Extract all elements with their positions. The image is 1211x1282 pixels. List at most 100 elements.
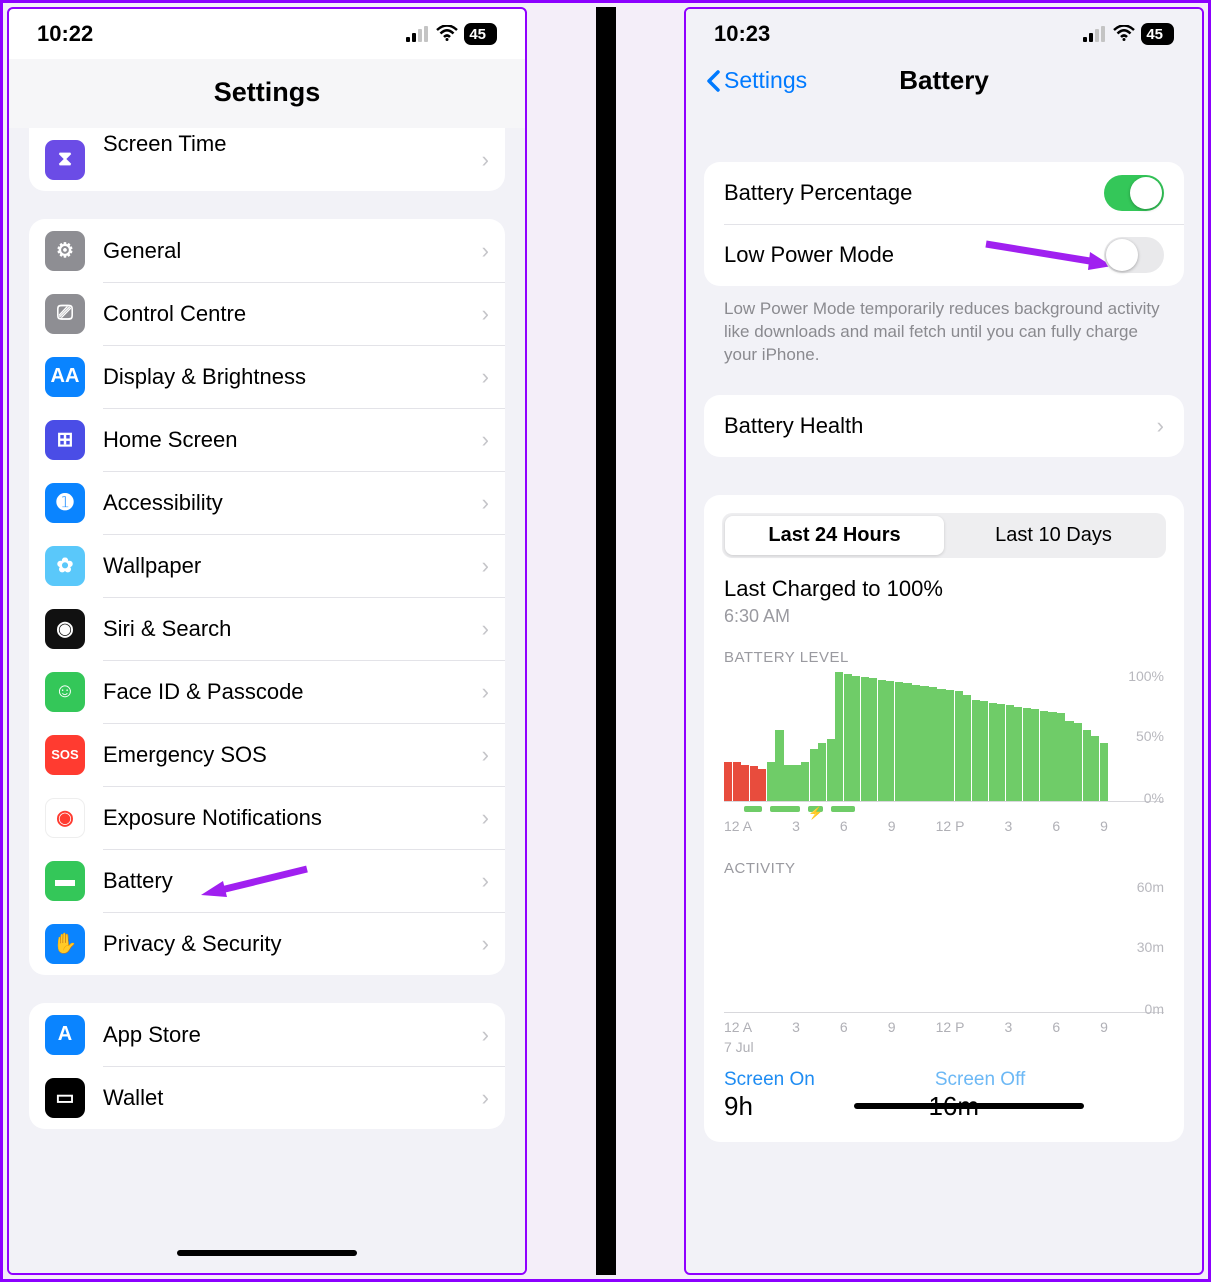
bar	[852, 676, 860, 801]
cellular-icon	[1083, 26, 1105, 42]
row-low-power-mode: Low Power Mode	[704, 224, 1184, 286]
bar	[750, 766, 758, 801]
row-battery-percentage: Battery Percentage	[704, 162, 1184, 224]
chevron-right-icon: ›	[1157, 413, 1164, 439]
bar	[758, 769, 766, 801]
chevron-right-icon: ›	[482, 616, 489, 642]
siri-icon: ◉	[45, 609, 85, 649]
bar	[895, 682, 903, 801]
chevron-right-icon: ›	[482, 679, 489, 705]
seg-10d[interactable]: Last 10 Days	[944, 516, 1163, 555]
status-time: 10:22	[37, 21, 93, 47]
bar	[989, 703, 997, 801]
home-indicator[interactable]	[9, 1233, 525, 1273]
seg-24h[interactable]: Last 24 Hours	[725, 516, 944, 555]
bar	[775, 730, 783, 801]
exposure-icon: ◉	[45, 798, 85, 838]
bar	[1048, 712, 1056, 801]
settings-group: ⧗ Screen Time ›	[29, 128, 505, 191]
bar	[886, 681, 894, 801]
chevron-right-icon: ›	[482, 553, 489, 579]
bar	[1083, 730, 1091, 801]
row-emergency-sos[interactable]: SOSEmergency SOS›	[29, 723, 505, 786]
wallet-icon: ▭	[45, 1078, 85, 1118]
chevron-right-icon: ›	[482, 868, 489, 894]
chevron-right-icon: ›	[482, 364, 489, 390]
row-screen-time[interactable]: ⧗ Screen Time ›	[29, 128, 505, 191]
bar	[903, 683, 911, 800]
chevron-right-icon: ›	[482, 301, 489, 327]
row-battery-health[interactable]: Battery Health ›	[704, 395, 1184, 457]
row-accessibility[interactable]: ➊Accessibility›	[29, 471, 505, 534]
bar	[1014, 707, 1022, 801]
bar	[937, 689, 945, 801]
bar	[818, 743, 826, 801]
bar	[946, 690, 954, 801]
screen-off-label: Screen Off	[935, 1069, 1025, 1091]
lpm-footnote: Low Power Mode temporarily reduces backg…	[704, 286, 1184, 367]
bar	[784, 765, 792, 801]
switches-icon: ⎚	[45, 294, 85, 334]
x-axis: 12 A36912 P369	[704, 812, 1184, 834]
bar	[878, 680, 886, 801]
segmented-control[interactable]: Last 24 Hours Last 10 Days	[722, 513, 1166, 558]
toggles-card: Battery PercentageLow Power Mode	[704, 162, 1184, 286]
chevron-left-icon	[706, 70, 720, 92]
chevron-right-icon: ›	[482, 238, 489, 264]
chevron-right-icon: ›	[482, 742, 489, 768]
row-face-id-passcode[interactable]: ☺Face ID & Passcode›	[29, 660, 505, 723]
row-privacy-security[interactable]: ✋Privacy & Security›	[29, 912, 505, 975]
row-wallpaper[interactable]: ✿Wallpaper›	[29, 534, 505, 597]
toggle-switch[interactable]	[1104, 237, 1164, 273]
AA-icon: AA	[45, 357, 85, 397]
bar	[869, 678, 877, 801]
hourglass-icon: ⧗	[45, 140, 85, 180]
row-exposure-notifications[interactable]: ◉Exposure Notifications›	[29, 786, 505, 849]
bar	[1040, 711, 1048, 801]
annotation-strike	[854, 1103, 1084, 1109]
bar	[792, 765, 800, 801]
bar	[741, 765, 749, 801]
bar	[997, 704, 1005, 801]
bar	[955, 691, 963, 801]
chevron-right-icon: ›	[482, 147, 489, 173]
battery-screen: 10:23 45 Settings Battery Battery Percen…	[684, 7, 1204, 1275]
bar	[835, 672, 843, 801]
A-icon: A	[45, 1015, 85, 1055]
row-control-centre[interactable]: ⎚Control Centre›	[29, 282, 505, 345]
settings-group: ⚙︎General›⎚Control Centre›AADisplay & Br…	[29, 219, 505, 975]
battery-icon: ▬	[45, 861, 85, 901]
bar	[1074, 723, 1082, 800]
cellular-icon	[406, 26, 428, 42]
bar	[861, 677, 869, 801]
bar	[724, 762, 732, 801]
chart-date: 7 Jul	[704, 1035, 1184, 1059]
row-display-brightness[interactable]: AADisplay & Brightness›	[29, 345, 505, 408]
bar	[929, 687, 937, 801]
bar	[801, 762, 809, 801]
row-general[interactable]: ⚙︎General›	[29, 219, 505, 282]
gear-icon: ⚙︎	[45, 231, 85, 271]
screen-on-label: Screen On	[724, 1069, 815, 1091]
activity-title: ACTIVITY	[704, 852, 1184, 883]
bar	[980, 701, 988, 800]
bar	[920, 686, 928, 801]
chevron-right-icon: ›	[482, 1022, 489, 1048]
row-siri-search[interactable]: ◉Siri & Search›	[29, 597, 505, 660]
face-icon: ☺	[45, 672, 85, 712]
bar	[1006, 705, 1014, 800]
battery-level-title: BATTERY LEVEL	[704, 641, 1184, 672]
hand-icon: ✋	[45, 924, 85, 964]
chevron-right-icon: ›	[482, 931, 489, 957]
flower-icon: ✿	[45, 546, 85, 586]
row-home-screen[interactable]: ⊞Home Screen›	[29, 408, 505, 471]
row-wallet[interactable]: ▭Wallet›	[29, 1066, 505, 1129]
bar	[912, 685, 920, 801]
back-button[interactable]: Settings	[706, 67, 807, 94]
chevron-right-icon: ›	[482, 805, 489, 831]
row-battery[interactable]: ▬Battery›	[29, 849, 505, 912]
toggle-switch[interactable]	[1104, 175, 1164, 211]
row-app-store[interactable]: AApp Store›	[29, 1003, 505, 1066]
chevron-right-icon: ›	[482, 1085, 489, 1111]
bar	[1057, 713, 1065, 801]
